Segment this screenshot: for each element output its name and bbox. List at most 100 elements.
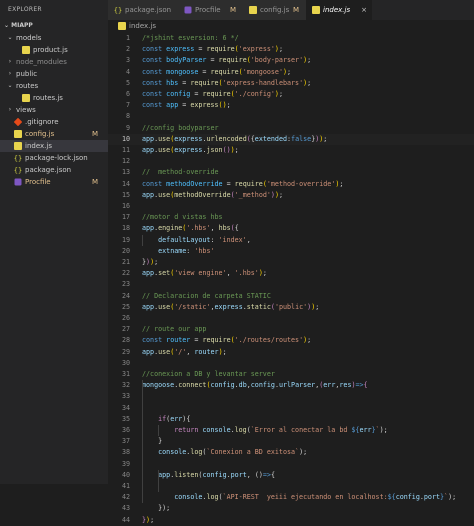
tree-item-models[interactable]: ⌄ models xyxy=(0,32,108,44)
code-line[interactable]: 36 return console.log(`Error al conectar… xyxy=(108,425,474,436)
line-number: 40 xyxy=(121,470,130,479)
code-line[interactable]: 30 xyxy=(108,358,474,369)
code-line[interactable]: 9 //config bodyparser xyxy=(108,123,474,134)
code-line[interactable]: 20 extname: 'hbs' xyxy=(108,246,474,257)
code-line[interactable]: 43 }); xyxy=(108,503,474,514)
svg-text:{}: {} xyxy=(114,7,122,15)
tree-item-label: public xyxy=(16,70,38,78)
line-number: 1 xyxy=(125,34,130,42)
code-line[interactable]: 26 xyxy=(108,313,474,324)
code-line[interactable]: 40 app.listen(config.port, ()=>{ xyxy=(108,470,474,481)
code-line[interactable]: 42 console.log(`API-REST yeiii ejecutand… xyxy=(108,492,474,503)
breadcrumb[interactable]: index.js xyxy=(108,20,474,32)
tree-item-label: views xyxy=(16,106,36,114)
code-line[interactable]: 14 const methodOverride = require('method… xyxy=(108,179,474,190)
code-line[interactable]: 21})); xyxy=(108,257,474,268)
code-line[interactable]: 2 const express = require('express'); xyxy=(108,44,474,55)
code-line[interactable]: 4 const mongoose = require('mongoose'); xyxy=(108,67,474,78)
code-line[interactable]: 23 xyxy=(108,279,474,290)
code-line[interactable]: 35 if(err){ xyxy=(108,414,474,425)
line-number: 12 xyxy=(121,157,130,166)
code-text: const app = express(); xyxy=(142,100,231,111)
code-text: })); xyxy=(142,257,158,268)
code-line[interactable]: 19 defaultLayout: 'index', xyxy=(108,235,474,246)
git-modified-badge: M xyxy=(229,6,236,14)
tab-procfile[interactable]: Procfile M xyxy=(178,0,244,20)
code-editor[interactable]: 1 /*jshint esversion: 6 */ 2 const express … xyxy=(108,32,474,524)
code-line[interactable]: 1 /*jshint esversion: 6 */ xyxy=(108,33,474,44)
code-token: urlencoded xyxy=(206,134,247,143)
tree-item-label: config.js xyxy=(25,130,55,138)
tab-config-js[interactable]: config.js M xyxy=(243,0,307,20)
code-line[interactable]: 29 app.use('/', router); xyxy=(108,347,474,358)
code-token: ; xyxy=(278,190,283,199)
tree-item-routes-js[interactable]: routes.js xyxy=(0,92,108,104)
code-line[interactable]: 32 mongoose.connect(config.db,config.urlP… xyxy=(108,380,474,391)
code-token: console xyxy=(202,426,231,434)
code-line[interactable]: 27 // route our app xyxy=(108,324,474,335)
code-line[interactable]: 16 xyxy=(108,201,474,212)
tree-item-views[interactable]: › views xyxy=(0,104,108,116)
code-token: app xyxy=(142,347,155,356)
tree-item-node-modules[interactable]: › node_modules xyxy=(0,56,108,68)
tree-item-procfile[interactable]: Procfile M xyxy=(0,176,108,188)
code-line[interactable]: 24 // Declaracion de carpeta STATIC xyxy=(108,291,474,302)
js-file-icon xyxy=(14,142,22,150)
code-token: ; xyxy=(307,78,312,87)
code-token: db xyxy=(238,381,247,390)
tree-item-product-js[interactable]: product.js xyxy=(0,44,108,56)
code-line[interactable]: 37 } xyxy=(108,436,474,447)
code-line[interactable]: 33 xyxy=(108,391,474,402)
tab-label: package.json xyxy=(125,6,172,14)
code-text: // method-override xyxy=(142,167,219,178)
code-line[interactable]: 31 //conexion a DB y levantar server xyxy=(108,369,474,380)
tab-package-json[interactable]: {} package.json xyxy=(108,0,179,20)
tree-item-config-js[interactable]: config.js M xyxy=(0,128,108,140)
tree-item-package-lock-json[interactable]: {} package-lock.json xyxy=(0,152,108,164)
code-line[interactable]: 13 // method-override xyxy=(108,167,474,178)
code-token: , xyxy=(246,470,255,479)
code-line[interactable]: 38 console.log(`Conexion a BD exitosa`); xyxy=(108,447,474,458)
tree-item-package-json[interactable]: {} package.json xyxy=(0,164,108,176)
code-line[interactable]: 15 app.use(methodOverride('_method')); xyxy=(108,190,474,201)
code-token: ; xyxy=(226,101,231,110)
code-line[interactable]: 39 xyxy=(108,459,474,470)
tree-item-index-js[interactable]: index.js xyxy=(0,140,108,152)
workspace-section-title[interactable]: ⌄ MIAPP xyxy=(0,20,108,32)
code-token: false xyxy=(291,134,312,143)
code-token: ; xyxy=(278,90,283,98)
code-line[interactable]: 10 app.use(express.urlencoded({extended:f… xyxy=(108,133,474,145)
tree-item-routes[interactable]: ⌄ routes xyxy=(0,80,108,92)
code-line[interactable]: 41 xyxy=(108,481,474,492)
code-line[interactable]: 28 const router = require('./routes/route… xyxy=(108,335,474,346)
code-line[interactable]: 34 xyxy=(108,403,474,414)
tree-item-public[interactable]: › public xyxy=(0,68,108,80)
code-token: console xyxy=(174,493,203,502)
code-line[interactable]: 17 //motor d vistas hbs xyxy=(108,212,474,223)
code-line[interactable]: 7 const app = express(); xyxy=(108,100,474,111)
tab-index-js[interactable]: index.js × xyxy=(306,0,373,20)
code-token: ; xyxy=(278,45,283,54)
code-line[interactable]: 22 app.set('view engine', '.hbs'); xyxy=(108,268,474,279)
code-line[interactable]: 5 const hbs = require('express-handlebars… xyxy=(108,78,474,89)
tree-item-gitignore[interactable]: .gitignore xyxy=(0,116,108,128)
code-line[interactable]: 8 xyxy=(108,111,474,122)
code-text: app.use('/static',express.static('public… xyxy=(142,302,319,313)
code-token: { xyxy=(270,470,275,479)
close-icon[interactable]: × xyxy=(361,0,367,20)
code-line[interactable]: 3 const bodyParser = require('body-parser… xyxy=(108,55,474,66)
code-line[interactable]: 6 const config = require('./config'); xyxy=(108,89,474,100)
line-number: 9 xyxy=(125,123,130,132)
heroku-file-icon xyxy=(14,178,22,186)
code-text: console.log(`API-REST yeiii ejecutando e… xyxy=(142,492,456,503)
code-token: const xyxy=(142,179,167,188)
code-line[interactable]: 12 xyxy=(108,156,474,167)
code-line[interactable]: 44}); xyxy=(108,515,474,526)
code-token: listen xyxy=(174,470,199,479)
code-line[interactable]: 11 app.use(express.json()); xyxy=(108,145,474,156)
code-token: 'mongoose' xyxy=(242,67,283,76)
code-line[interactable]: 18 app.engine('.hbs', hbs({ xyxy=(108,223,474,234)
code-line[interactable]: 25 app.use('/static',express.static('publ… xyxy=(108,302,474,313)
code-token: () xyxy=(254,470,263,479)
